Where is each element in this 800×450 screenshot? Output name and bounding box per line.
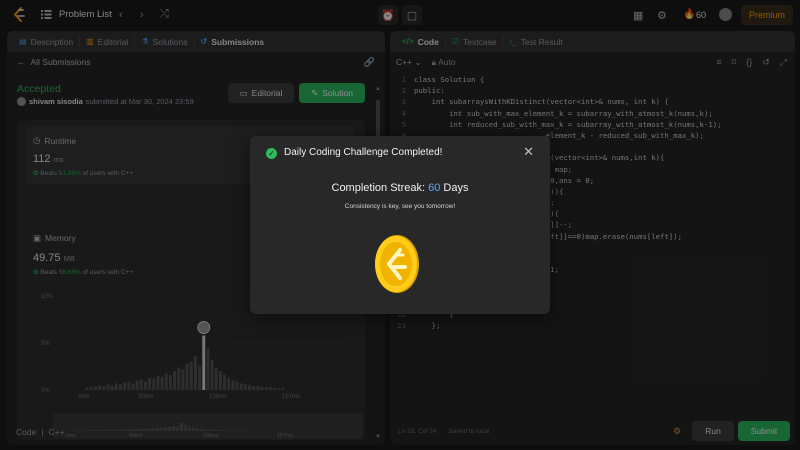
daily-challenge-modal: ✓ Daily Coding Challenge Completed! ✕ Co…	[250, 136, 550, 314]
check-circle-icon: ✓	[266, 148, 277, 159]
streak-number: 60	[428, 182, 441, 194]
modal-title: Daily Coding Challenge Completed!	[284, 147, 443, 158]
streak-post: Days	[443, 182, 469, 194]
streak-pre: Completion Streak:	[331, 182, 426, 194]
completion-streak: Completion Streak: 60 Days	[250, 182, 550, 194]
modal-subtitle: Consistency is key, see you tomorrow!	[344, 203, 456, 210]
close-icon[interactable]: ✕	[523, 144, 534, 160]
gold-coin-icon	[375, 235, 419, 293]
